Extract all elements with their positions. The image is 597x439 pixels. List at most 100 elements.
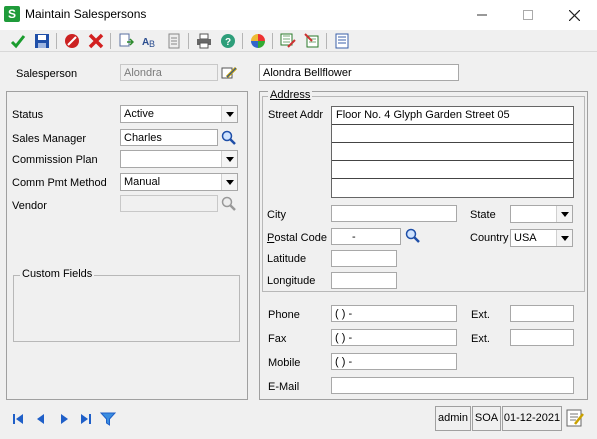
maximize-button[interactable] (505, 0, 551, 30)
fax-ext-field[interactable] (510, 329, 574, 346)
vendor-field[interactable] (120, 195, 218, 212)
street-line-4[interactable] (332, 161, 573, 179)
cancel-icon (65, 34, 79, 48)
commission-plan-select[interactable] (120, 150, 238, 168)
status-user: admin (435, 406, 471, 431)
accept-button[interactable] (8, 31, 28, 51)
status-select[interactable]: Active (120, 105, 238, 123)
phone-field[interactable]: ( ) - (331, 305, 457, 322)
filter-button[interactable] (99, 411, 117, 427)
help-icon: ? (221, 34, 235, 48)
toolbar: AB ? (0, 30, 597, 52)
memo-button[interactable] (164, 31, 184, 51)
custom-fields-label: Custom Fields (20, 268, 95, 280)
street-addr-label: Street Addr (268, 109, 324, 121)
salesperson-code-field[interactable]: Alondra (120, 64, 218, 81)
next-record-icon (61, 414, 68, 424)
color-button[interactable] (248, 31, 268, 51)
rename-button[interactable]: AB (140, 31, 160, 51)
city-field[interactable] (331, 205, 457, 222)
longitude-field[interactable] (331, 272, 397, 289)
phone-ext-field[interactable] (510, 305, 574, 322)
postal-code-lookup-button[interactable] (404, 227, 422, 245)
status-date: 01-12-2021 (502, 406, 562, 431)
custom-fields-group (13, 275, 240, 342)
magnifier-icon (221, 196, 236, 211)
state-label: State (470, 209, 496, 221)
color-icon (251, 34, 265, 48)
mobile-field[interactable]: ( ) - (331, 353, 457, 370)
import-button[interactable] (302, 31, 322, 51)
fax-label: Fax (268, 333, 287, 345)
app-icon: S (4, 6, 20, 22)
address-group-label: Address (268, 89, 313, 101)
chevron-down-icon[interactable] (221, 151, 237, 167)
minimize-icon (477, 14, 487, 16)
sales-manager-field[interactable]: Charles (120, 129, 218, 146)
filter-icon (99, 412, 117, 426)
country-label: Country (470, 232, 509, 244)
latitude-label: Latitude (267, 253, 307, 265)
first-record-button[interactable] (10, 411, 26, 427)
chevron-down-icon[interactable] (221, 174, 237, 190)
phone-ext-label: Ext. (471, 309, 490, 321)
street-line-2[interactable] (332, 125, 573, 143)
magnifier-icon (221, 130, 236, 145)
notes-icon (566, 409, 584, 427)
export-button[interactable] (278, 31, 298, 51)
close-button[interactable] (551, 0, 597, 30)
svg-text:?: ? (225, 37, 231, 48)
maximize-icon (523, 10, 533, 20)
delete-button[interactable] (86, 31, 106, 51)
comm-pmt-method-label: Comm Pmt Method (12, 177, 107, 189)
window-title: Maintain Salespersons (25, 7, 147, 21)
copy-button[interactable] (116, 31, 136, 51)
last-record-button[interactable] (78, 411, 94, 427)
cancel-button[interactable] (62, 31, 82, 51)
notes-button[interactable] (565, 408, 585, 428)
accept-icon (10, 35, 26, 49)
help-button[interactable]: ? (218, 31, 238, 51)
street-address-grid: Floor No. 4 Glyph Garden Street 05 (331, 106, 574, 198)
fax-field[interactable]: ( ) - (331, 329, 457, 346)
settings-button[interactable] (332, 31, 352, 51)
memo-icon (168, 33, 180, 49)
street-line-3[interactable] (332, 143, 573, 161)
street-line-1[interactable]: Floor No. 4 Glyph Garden Street 05 (332, 107, 573, 125)
latitude-field[interactable] (331, 250, 397, 267)
salesperson-label: Salesperson (16, 68, 78, 80)
sales-manager-lookup-button[interactable] (220, 129, 238, 147)
next-record-button[interactable] (56, 411, 72, 427)
fax-ext-label: Ext. (471, 333, 490, 345)
chevron-down-icon[interactable] (221, 106, 237, 122)
salesperson-edit-button[interactable] (220, 64, 238, 82)
title-bar: S Maintain Salespersons (0, 0, 597, 30)
delete-icon (88, 33, 104, 49)
previous-record-button[interactable] (33, 411, 49, 427)
minimize-button[interactable] (459, 0, 505, 30)
chevron-down-icon[interactable] (556, 206, 572, 222)
country-select[interactable]: USA (510, 229, 573, 247)
email-field[interactable] (331, 377, 574, 394)
print-icon (197, 33, 211, 49)
salesperson-name-field[interactable]: Alondra Bellflower (259, 64, 459, 81)
magnifier-icon (405, 228, 420, 243)
postal-code-field[interactable]: - (331, 228, 401, 245)
save-icon (35, 34, 49, 48)
last-record-icon (81, 414, 91, 424)
chevron-down-icon[interactable] (556, 230, 572, 246)
city-label: City (267, 209, 286, 221)
mobile-label: Mobile (268, 357, 301, 369)
state-select[interactable] (510, 205, 573, 223)
first-record-icon (13, 414, 23, 424)
settings-icon (335, 33, 349, 49)
phone-label: Phone (268, 309, 300, 321)
vendor-lookup-button[interactable] (220, 195, 238, 213)
comm-pmt-method-select[interactable]: Manual (120, 173, 238, 191)
commission-plan-label: Commission Plan (12, 154, 98, 166)
rename-icon: AB (142, 37, 155, 49)
print-button[interactable] (194, 31, 214, 51)
save-button[interactable] (32, 31, 52, 51)
street-line-5[interactable] (332, 179, 573, 197)
close-icon (568, 9, 580, 22)
